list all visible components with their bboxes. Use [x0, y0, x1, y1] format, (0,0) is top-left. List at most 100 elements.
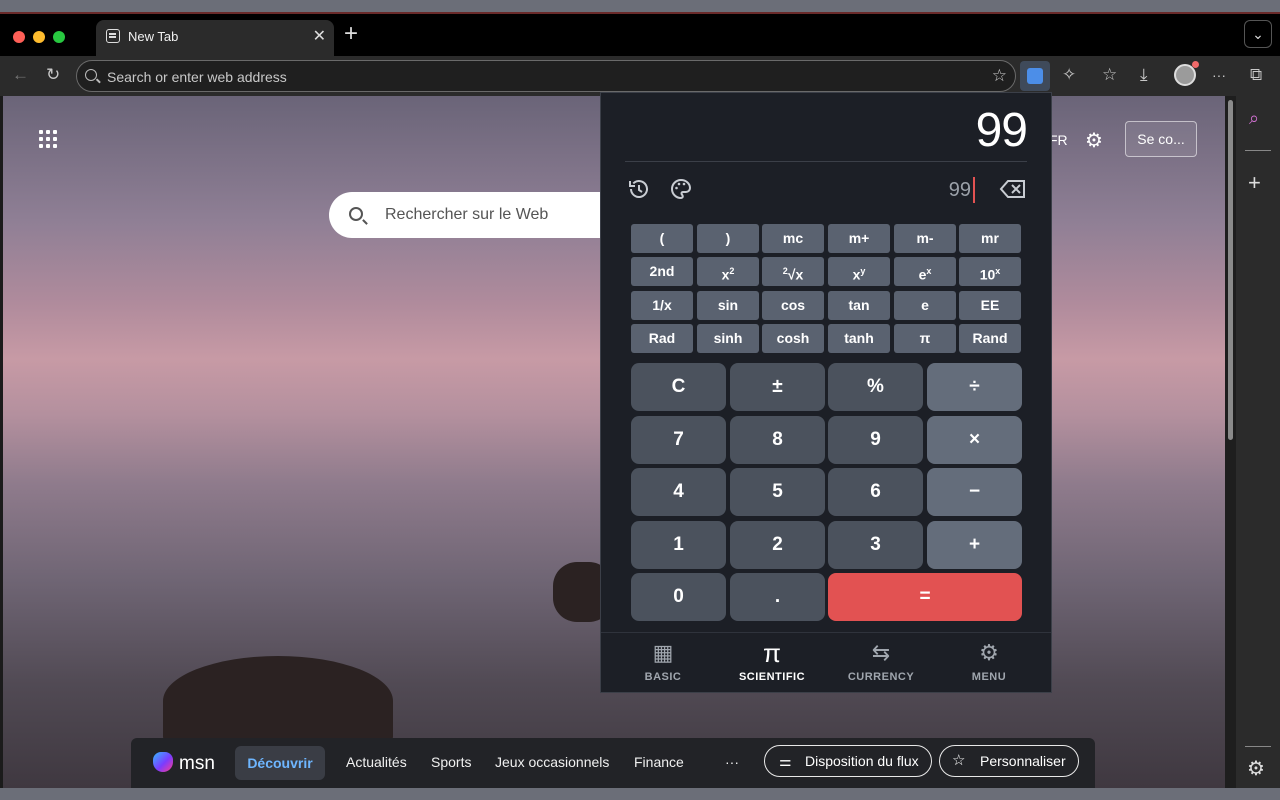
- key-add[interactable]: +: [927, 521, 1022, 569]
- history-icon[interactable]: [627, 177, 651, 201]
- msn-tab-jeux[interactable]: Jeux occasionnels: [495, 754, 609, 770]
- msn-tab-actualites[interactable]: Actualités: [346, 754, 407, 770]
- key-mc[interactable]: mc: [762, 224, 824, 253]
- msn-logo[interactable]: msn: [153, 752, 215, 775]
- sidebar-settings-gear-icon[interactable]: ⚙: [1247, 756, 1265, 781]
- calculator-extension-icon[interactable]: [1020, 61, 1050, 91]
- new-tab-button[interactable]: +: [344, 22, 358, 46]
- sidebar-divider: [1245, 150, 1271, 151]
- backspace-icon[interactable]: [999, 177, 1027, 201]
- key-plus-minus[interactable]: ±: [730, 363, 825, 411]
- msn-tab-decouvrir[interactable]: Découvrir: [235, 746, 325, 780]
- exchange-arrows-icon: ⇆: [871, 640, 891, 665]
- reload-icon[interactable]: ↻: [46, 65, 60, 85]
- key-m-minus[interactable]: m-: [894, 224, 956, 253]
- browser-window: New Tab ✕ + ⌄ ← ↻ ☆ ✧ ☆ ⤓ ··· ⧉: [0, 0, 1280, 800]
- key-cos[interactable]: cos: [762, 291, 824, 320]
- minimize-window-button[interactable]: [33, 31, 45, 43]
- key-x-squared[interactable]: x2: [697, 257, 759, 286]
- key-subtract[interactable]: −: [927, 468, 1022, 516]
- msn-tab-sports[interactable]: Sports: [431, 754, 471, 770]
- background-rock: [163, 656, 393, 746]
- key-mr[interactable]: mr: [959, 224, 1021, 253]
- msn-tab-finance[interactable]: Finance: [634, 754, 684, 770]
- key-9[interactable]: 9: [828, 416, 923, 464]
- key-decimal[interactable]: .: [730, 573, 825, 621]
- back-icon[interactable]: ←: [12, 65, 29, 85]
- key-tanh[interactable]: tanh: [828, 324, 890, 353]
- key-clear[interactable]: C: [631, 363, 726, 411]
- split-screen-icon[interactable]: ⧉: [1250, 65, 1262, 85]
- key-e[interactable]: e: [894, 291, 956, 320]
- sliders-icon: ⚌: [779, 753, 792, 769]
- key-ten-power-x[interactable]: 10x: [959, 257, 1021, 286]
- key-x-power-y[interactable]: xy: [828, 257, 890, 286]
- msn-more-icon[interactable]: ···: [725, 754, 739, 770]
- key-1[interactable]: 1: [631, 521, 726, 569]
- tab-title: New Tab: [128, 29, 179, 44]
- tab-currency[interactable]: ⇆ CURRENCY: [825, 633, 937, 693]
- tab-new-tab[interactable]: New Tab ✕: [96, 20, 334, 56]
- sign-in-button[interactable]: Se co...: [1125, 121, 1197, 157]
- key-divide[interactable]: ÷: [927, 363, 1022, 411]
- key-multiply[interactable]: ×: [927, 416, 1022, 464]
- key-7[interactable]: 7: [631, 416, 726, 464]
- key-sin[interactable]: sin: [697, 291, 759, 320]
- web-search-box[interactable]: Rechercher sur le Web: [329, 192, 619, 238]
- address-input[interactable]: [107, 67, 967, 87]
- address-bar[interactable]: ☆: [76, 60, 1016, 92]
- favorites-icon[interactable]: ☆: [1102, 65, 1117, 85]
- key-cosh[interactable]: cosh: [762, 324, 824, 353]
- key-reciprocal[interactable]: 1/x: [631, 291, 693, 320]
- key-open-paren[interactable]: (: [631, 224, 693, 253]
- key-4[interactable]: 4: [631, 468, 726, 516]
- feed-layout-button[interactable]: ⚌ Disposition du flux: [764, 745, 932, 777]
- tab-scientific[interactable]: π SCIENTIFIC: [716, 633, 828, 693]
- apps-grid-icon[interactable]: [39, 130, 59, 150]
- favorite-star-icon[interactable]: ☆: [992, 66, 1007, 86]
- window-bottom-edge: [0, 788, 1280, 800]
- close-window-button[interactable]: [13, 31, 25, 43]
- search-icon: [85, 69, 97, 81]
- sidebar-add-icon[interactable]: +: [1248, 170, 1261, 196]
- key-2nd[interactable]: 2nd: [631, 257, 693, 286]
- sparkle-star-icon: ☆: [952, 752, 966, 769]
- page-scrollbar[interactable]: [1225, 96, 1236, 788]
- profile-avatar[interactable]: [1174, 61, 1199, 86]
- sidebar-search-icon[interactable]: ⌕: [1249, 108, 1259, 129]
- key-0[interactable]: 0: [631, 573, 726, 621]
- personalize-button[interactable]: ☆ Personnaliser: [939, 745, 1079, 777]
- key-rad[interactable]: Rad: [631, 324, 693, 353]
- key-equals[interactable]: =: [828, 573, 1022, 621]
- page-settings-gear-icon[interactable]: ⚙: [1085, 128, 1103, 153]
- tab-close-icon[interactable]: ✕: [313, 26, 326, 46]
- key-6[interactable]: 6: [828, 468, 923, 516]
- key-tan[interactable]: tan: [828, 291, 890, 320]
- tab-menu[interactable]: ⚙ MENU: [933, 633, 1045, 693]
- key-rand[interactable]: Rand: [959, 324, 1021, 353]
- key-e-power-x[interactable]: ex: [894, 257, 956, 286]
- key-m-plus[interactable]: m+: [828, 224, 890, 253]
- browser-sidebar: ⌕ + ⚙: [1236, 96, 1280, 788]
- more-menu-icon[interactable]: ···: [1212, 65, 1226, 85]
- key-ee[interactable]: EE: [959, 291, 1021, 320]
- calculator-input-field[interactable]: 99: [949, 177, 975, 203]
- key-pi[interactable]: π: [894, 324, 956, 353]
- msn-butterfly-icon: [153, 752, 173, 772]
- key-3[interactable]: 3: [828, 521, 923, 569]
- extensions-icon[interactable]: ✧: [1062, 65, 1076, 85]
- key-sinh[interactable]: sinh: [697, 324, 759, 353]
- tab-list-dropdown-icon[interactable]: ⌄: [1244, 20, 1272, 48]
- tab-basic[interactable]: ▦ BASIC: [607, 633, 719, 693]
- key-close-paren[interactable]: ): [697, 224, 759, 253]
- key-percent[interactable]: %: [828, 363, 923, 411]
- maximize-window-button[interactable]: [53, 31, 65, 43]
- key-square-root[interactable]: 2√x: [762, 257, 824, 286]
- key-2[interactable]: 2: [730, 521, 825, 569]
- scrollbar-thumb[interactable]: [1228, 100, 1233, 440]
- palette-icon[interactable]: [669, 177, 693, 201]
- downloads-icon[interactable]: ⤓: [1140, 65, 1148, 85]
- key-8[interactable]: 8: [730, 416, 825, 464]
- key-5[interactable]: 5: [730, 468, 825, 516]
- display-divider: [625, 161, 1027, 162]
